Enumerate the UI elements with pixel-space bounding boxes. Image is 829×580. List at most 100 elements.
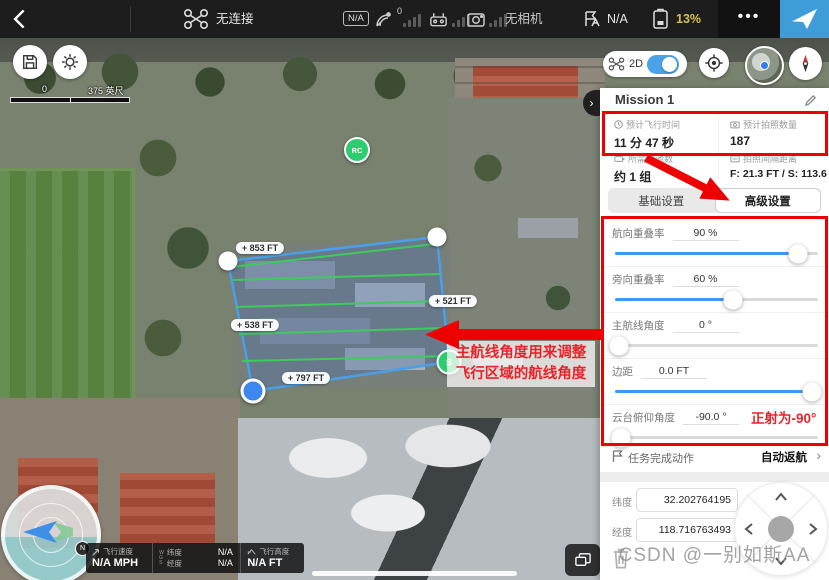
altitude-icon (247, 548, 256, 556)
layers-icon (574, 552, 592, 568)
toggle-knob (662, 57, 677, 72)
map-2d-toggle[interactable] (647, 55, 679, 74)
edge-length-label-top: + 853 FT (236, 242, 284, 254)
telemetry-altitude: 飞行高度 N/A FT (240, 543, 304, 573)
slider-thumb[interactable] (610, 336, 629, 355)
camera-icon (466, 10, 486, 28)
topbar-divider (130, 6, 131, 32)
flight-mode-value: N/A (607, 0, 628, 38)
forward-overlap-input[interactable]: 90 % (673, 227, 739, 241)
longitude-input[interactable]: 118.716763493 (636, 518, 738, 542)
stats-divider-h (600, 154, 829, 155)
gps-signal-bars (403, 13, 421, 27)
stat-photo-interval: 拍照间隔距离 F: 21.3 FT / S: 113.6 FT (730, 152, 829, 180)
clock-icon (614, 120, 623, 129)
finish-action-row[interactable]: 任务完成动作 自动返航 › (600, 445, 829, 469)
telemetry-speed: 飞行速度 N/A MPH (86, 543, 152, 573)
battery-count-icon (614, 155, 625, 163)
mission-panel: › Mission 1 预计飞行时间 11 分 47 秒 预计拍照数量 187 (600, 88, 829, 580)
slider-thumb[interactable] (802, 382, 821, 401)
side-overlap-input[interactable]: 60 % (673, 273, 739, 287)
tab-basic-settings[interactable]: 基础设置 (608, 188, 715, 213)
edge-length-label-bottom: + 797 FT (282, 372, 330, 384)
latitude-input[interactable]: 32.202764195 (636, 488, 738, 512)
slider-thumb[interactable] (788, 244, 807, 263)
minimap-button[interactable] (745, 46, 784, 85)
camera-status: 无相机 (505, 0, 543, 38)
home-indicator[interactable] (312, 571, 517, 576)
route-angle-input[interactable]: 0 ° (673, 319, 739, 333)
back-button[interactable] (10, 8, 30, 30)
watermark: CSDN @一别如斯AA (602, 540, 827, 567)
compass-needle-icon (795, 53, 816, 74)
edge-length-label-left: + 538 FT (231, 319, 279, 331)
annotation-gimbal-note: 正射为-90° (751, 413, 816, 425)
telemetry-coords: WGS 纬度N/A 经度N/A (152, 543, 240, 573)
settings-tabs: 基础设置 高级设置 (608, 188, 821, 213)
slider-thumb[interactable] (723, 290, 742, 309)
route-angle-slider[interactable] (615, 344, 818, 347)
nudge-up-button[interactable] (774, 492, 788, 501)
takeoff-button[interactable] (780, 0, 829, 38)
compass-reset-button[interactable] (789, 47, 822, 80)
annotation-route-angle-note: 主航线角度用来调整 飞行区域的航线角度 (447, 341, 595, 387)
nudge-left-button[interactable] (744, 522, 753, 536)
flag-icon (612, 450, 623, 463)
photo-count-icon (730, 120, 740, 129)
gimbal-pitch-slider[interactable] (615, 436, 818, 439)
slider-row-gimbal-pitch: 云台俯仰角度 -90.0 ° 正射为-90° (600, 404, 829, 450)
map-drone-icon (608, 57, 625, 71)
vertex-handle-bottomleft[interactable] (241, 379, 266, 404)
map-layers-button[interactable] (565, 544, 600, 576)
slider-row-forward-overlap: 航向重叠率 90 % (600, 220, 829, 267)
edit-pencil-icon[interactable] (804, 94, 817, 107)
connection-status: 无连接 (216, 0, 254, 38)
telemetry-bar: 飞行速度 N/A MPH WGS 纬度N/A 经度N/A 飞行高度 N/A FT (86, 543, 304, 573)
gimbal-pitch-input[interactable]: -90.0 ° (683, 411, 739, 425)
vertex-handle-topleft[interactable] (219, 252, 238, 271)
drone-icon (183, 8, 209, 30)
locate-button[interactable] (699, 48, 729, 78)
remote-controller-icon (428, 9, 449, 29)
map-mode-pill: 2D (603, 51, 687, 77)
gps-count: 0 (397, 6, 402, 16)
slider-row-side-overlap: 旁向重叠率 60 % (600, 266, 829, 313)
interval-distance-icon (730, 154, 740, 163)
panel-section-divider (600, 472, 829, 482)
heading-arrow-icon (19, 519, 77, 545)
finish-action-value: 自动返航 (761, 449, 807, 465)
flight-mode-icon (583, 10, 602, 28)
edge-length-label-right: + 521 FT (429, 295, 477, 307)
chevron-right-icon: › (816, 447, 821, 463)
top-status-bar: 无连接 N/A 0 无相机 N/A (0, 0, 829, 38)
slider-row-route-angle: 主航线角度 0 ° (600, 312, 829, 359)
rc-location-marker: RC (344, 137, 370, 163)
locate-crosshair-icon (704, 53, 724, 73)
status-na-badge: N/A (343, 11, 369, 26)
airplane-icon (792, 7, 818, 31)
stat-batteries: 所需电池数 约 1 组 (614, 152, 726, 185)
stat-photo-count: 预计拍照数量 187 (730, 118, 829, 148)
slider-row-margin: 边距 0.0 FT (600, 358, 829, 405)
margin-slider[interactable] (615, 390, 818, 393)
app-root: 0 375 英尺 S RC + 853 FT + 521 F (0, 0, 829, 580)
device-battery-icon (652, 8, 669, 30)
map-mode-label: 2D (629, 58, 643, 70)
side-overlap-slider[interactable] (615, 298, 818, 301)
nudge-center-button[interactable] (768, 516, 794, 542)
stat-flight-time: 预计飞行时间 11 分 47 秒 (614, 118, 726, 151)
tab-advanced-settings[interactable]: 高级设置 (715, 188, 822, 213)
vertex-handle-topright[interactable] (428, 228, 447, 247)
minimap-location-dot (760, 61, 769, 70)
speed-icon (92, 548, 100, 556)
battery-percentage: 13% (676, 0, 701, 38)
mission-title: Mission 1 (615, 92, 674, 107)
back-chevron-icon (10, 8, 30, 30)
gps-satellite-icon (374, 9, 394, 29)
margin-input[interactable]: 0.0 FT (641, 365, 707, 379)
forward-overlap-slider[interactable] (615, 252, 818, 255)
panel-header: Mission 1 (600, 88, 829, 114)
wgs-label: WGS (159, 551, 164, 566)
more-options-button[interactable]: ••• (718, 0, 780, 38)
nudge-right-button[interactable] (809, 522, 818, 536)
